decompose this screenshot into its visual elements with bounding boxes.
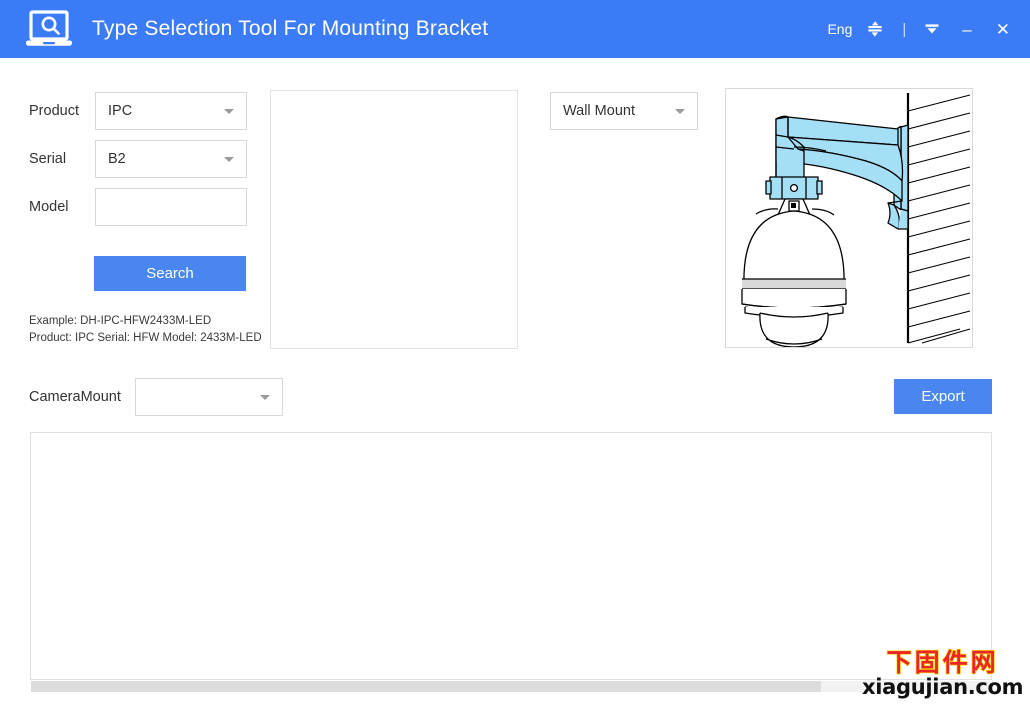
example-hint-line1: Example: DH-IPC-HFW2433M-LED — [29, 315, 212, 327]
chevron-down-icon — [224, 157, 234, 162]
serial-select[interactable]: B2 — [95, 140, 247, 178]
laptop-search-icon — [24, 9, 74, 49]
minimize-icon[interactable]: – — [950, 0, 983, 58]
chevron-down-icon — [675, 109, 685, 114]
mount-type-select[interactable]: Wall Mount — [550, 92, 698, 130]
titlebar-controls: Eng | – ✕ — [818, 0, 1016, 58]
chevron-down-filled-icon[interactable] — [914, 0, 950, 58]
model-result-list[interactable] — [270, 90, 518, 349]
serial-label: Serial — [29, 151, 67, 167]
horizontal-scrollbar[interactable] — [31, 681, 991, 692]
title-bar: Type Selection Tool For Mounting Bracket… — [0, 0, 1030, 58]
serial-value: B2 — [108, 151, 126, 167]
model-input[interactable] — [95, 188, 247, 226]
example-hint-line2: Product: IPC Serial: HFW Model: 2433M-LE… — [29, 332, 262, 344]
ptz-dome-camera-wall-mount-diagram — [741, 93, 971, 347]
cameramount-label: CameraMount — [29, 389, 121, 405]
model-label: Model — [29, 199, 69, 215]
mount-type-value: Wall Mount — [563, 103, 635, 119]
close-icon[interactable]: ✕ — [984, 0, 1016, 58]
watermark-chinese-text: 下固件网 — [886, 648, 999, 677]
watermark-url-text: xiagujian.com — [862, 675, 1024, 699]
product-label: Product — [29, 103, 79, 119]
language-label[interactable]: Eng — [818, 0, 856, 58]
scrollbar-thumb[interactable] — [31, 681, 821, 692]
export-button[interactable]: Export — [894, 379, 992, 414]
example-hint: Example: DH-IPC-HFW2433M-LED Product: IP… — [29, 313, 262, 347]
page-title: Type Selection Tool For Mounting Bracket — [92, 17, 489, 40]
cameramount-select[interactable] — [135, 378, 283, 416]
product-field-row: Product IPC — [29, 92, 247, 130]
swap-vertical-icon[interactable] — [856, 0, 894, 58]
serial-field-row: Serial B2 — [29, 140, 247, 178]
titlebar-separator: | — [902, 20, 907, 38]
results-table[interactable] — [30, 432, 992, 680]
chevron-down-icon — [224, 109, 234, 114]
product-select[interactable]: IPC — [95, 92, 247, 130]
model-field-row: Model — [29, 188, 247, 226]
watermark: 下固件网 xiagujian.com — [862, 648, 1024, 699]
chevron-down-icon — [260, 395, 270, 400]
cameramount-field-row: CameraMount — [29, 378, 283, 416]
bracket-illustration-panel — [725, 88, 973, 348]
search-button[interactable]: Search — [94, 256, 246, 291]
product-value: IPC — [108, 103, 133, 119]
